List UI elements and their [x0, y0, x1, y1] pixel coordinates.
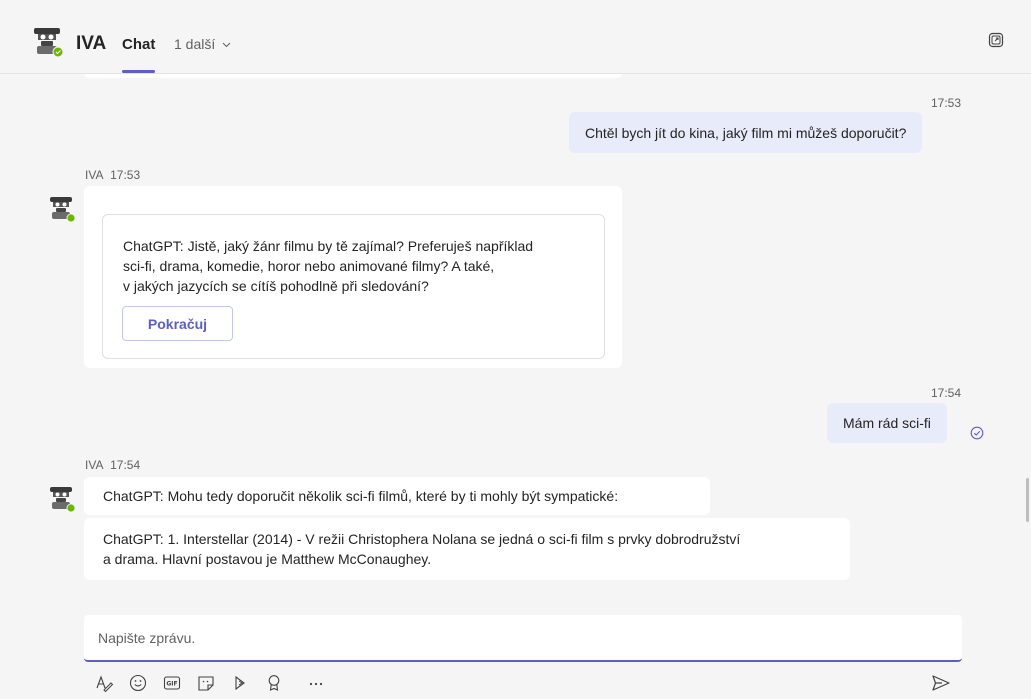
scrollbar-thumb[interactable] [1026, 478, 1029, 522]
chevron-down-icon [222, 42, 231, 48]
card-text-line: sci-fi, drama, komedie, horor nebo animo… [123, 258, 495, 274]
loop-icon[interactable] [230, 673, 250, 693]
message-time: 17:54 [931, 386, 962, 400]
message-meta: IVA 17:53 [85, 168, 140, 182]
message-text: Chtěl bych jít do kina, jaký film mi můž… [585, 124, 907, 141]
message-input[interactable] [98, 615, 948, 660]
more-options-icon[interactable] [306, 673, 326, 693]
message-text-line: ChatGPT: Mohu tedy doporučit několik sci… [103, 488, 619, 504]
outgoing-message[interactable]: Mám rád sci-fi [827, 403, 947, 443]
emoji-icon[interactable] [128, 673, 148, 693]
outgoing-message[interactable]: Chtěl bych jít do kina, jaký film mi můž… [569, 112, 923, 153]
compose-box [84, 615, 962, 662]
message-text-line: ChatGPT: 1. Interstellar (2014) - V reži… [103, 531, 741, 547]
adaptive-card: ChatGPT: Jistě, jaký žánr filmu by tě za… [102, 214, 605, 359]
read-check-icon [970, 426, 984, 440]
message-time: 17:53 [110, 168, 141, 182]
tab-more-dropdown[interactable]: 1 další [174, 36, 231, 52]
card-text-line: v jakých jazycích se cítíš pohodlně při … [123, 278, 429, 294]
more-tabs-label: 1 další [174, 36, 216, 52]
card-text: ChatGPT: Jistě, jaký žánr filmu by tě za… [123, 236, 593, 296]
praise-icon[interactable] [264, 673, 284, 693]
popout-icon[interactable] [988, 32, 1004, 48]
message-text: Mám rád sci-fi [843, 415, 931, 431]
sender-name: IVA [85, 168, 104, 182]
previous-message-edge [84, 74, 622, 78]
tab-chat[interactable]: Chat [122, 36, 155, 53]
sender-name: IVA [85, 458, 104, 472]
robot-avatar[interactable] [32, 26, 64, 58]
active-tab-indicator [122, 70, 155, 73]
svg-text:GIF: GIF [166, 681, 177, 688]
card-text-line: ChatGPT: Jistě, jaký žánr filmu by tě za… [123, 238, 534, 254]
message-time: 17:54 [110, 458, 141, 472]
robot-avatar[interactable] [48, 485, 76, 513]
robot-avatar[interactable] [48, 195, 76, 223]
continue-button[interactable]: Pokračuj [122, 306, 233, 341]
message-time: 17:53 [931, 96, 962, 110]
contact-name: IVA [76, 33, 107, 54]
format-icon[interactable] [94, 673, 114, 693]
send-icon[interactable] [931, 674, 951, 692]
message-meta: IVA 17:54 [85, 458, 140, 472]
incoming-message: ChatGPT: 1. Interstellar (2014) - V reži… [84, 518, 850, 580]
message-text-line: a drama. Hlavní postavou je Matthew McCo… [103, 551, 432, 567]
chat-header: IVA Chat 1 další [0, 0, 1031, 74]
incoming-message: ChatGPT: Mohu tedy doporučit několik sci… [84, 477, 710, 515]
sticker-icon[interactable] [196, 673, 216, 693]
gif-icon[interactable]: GIF [162, 673, 182, 693]
